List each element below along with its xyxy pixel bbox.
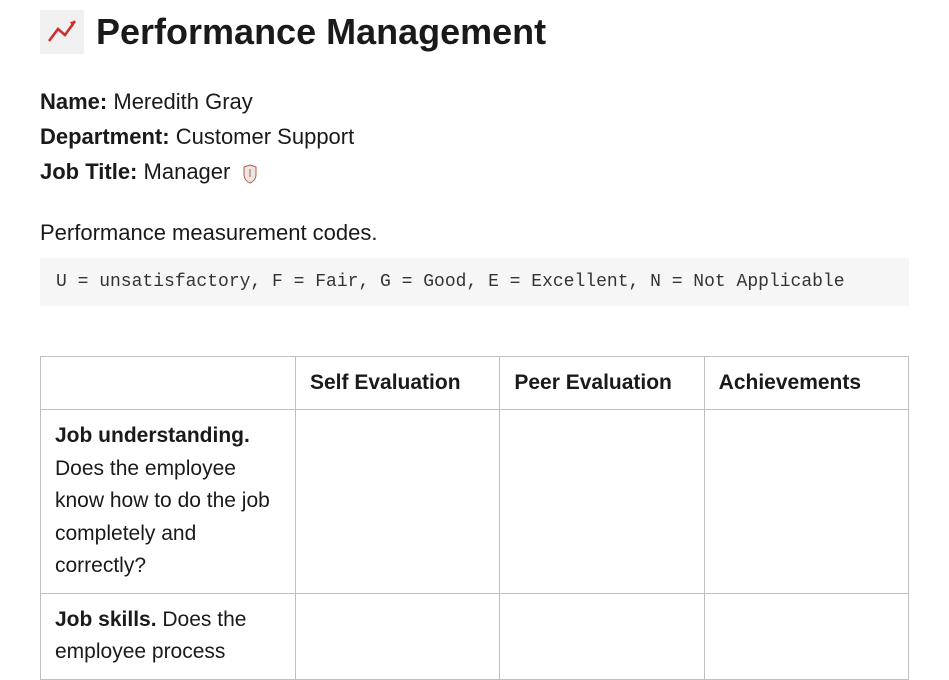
table-row: Job skills. Does the employee process: [41, 593, 909, 679]
self-eval-cell[interactable]: [296, 410, 500, 594]
department-value: Customer Support: [176, 124, 355, 149]
chart-icon: [40, 10, 84, 54]
peer-eval-cell[interactable]: [500, 410, 704, 594]
title-row: Performance Management: [40, 10, 909, 54]
row-desc: Does the employee know how to do the job…: [55, 457, 270, 578]
employee-department-line: Department: Customer Support: [40, 119, 909, 154]
col-header-criteria: [41, 356, 296, 410]
row-title: Job skills.: [55, 608, 157, 631]
employee-info: Name: Meredith Gray Department: Customer…: [40, 84, 909, 190]
col-header-achievements: Achievements: [704, 356, 908, 410]
page-title: Performance Management: [96, 11, 546, 53]
achievements-cell[interactable]: [704, 593, 908, 679]
employee-name-line: Name: Meredith Gray: [40, 84, 909, 119]
achievements-cell[interactable]: [704, 410, 908, 594]
department-label: Department:: [40, 124, 170, 149]
job-title-value: Manager: [144, 159, 231, 184]
table-header-row: Self Evaluation Peer Evaluation Achievem…: [41, 356, 909, 410]
name-value: Meredith Gray: [113, 89, 252, 114]
criteria-cell: Job understanding. Does the employee kno…: [41, 410, 296, 594]
self-eval-cell[interactable]: [296, 593, 500, 679]
job-title-label: Job Title:: [40, 159, 137, 184]
peer-eval-cell[interactable]: [500, 593, 704, 679]
employee-job-title-line: Job Title: Manager: [40, 154, 909, 189]
codes-label: Performance measurement codes.: [40, 220, 909, 246]
evaluation-table: Self Evaluation Peer Evaluation Achievem…: [40, 356, 909, 680]
col-header-peer: Peer Evaluation: [500, 356, 704, 410]
criteria-cell: Job skills. Does the employee process: [41, 593, 296, 679]
row-title: Job understanding.: [55, 424, 250, 447]
table-row: Job understanding. Does the employee kno…: [41, 410, 909, 594]
col-header-self: Self Evaluation: [296, 356, 500, 410]
shield-badge-icon: [242, 164, 258, 184]
name-label: Name:: [40, 89, 107, 114]
codes-block: U = unsatisfactory, F = Fair, G = Good, …: [40, 258, 909, 306]
